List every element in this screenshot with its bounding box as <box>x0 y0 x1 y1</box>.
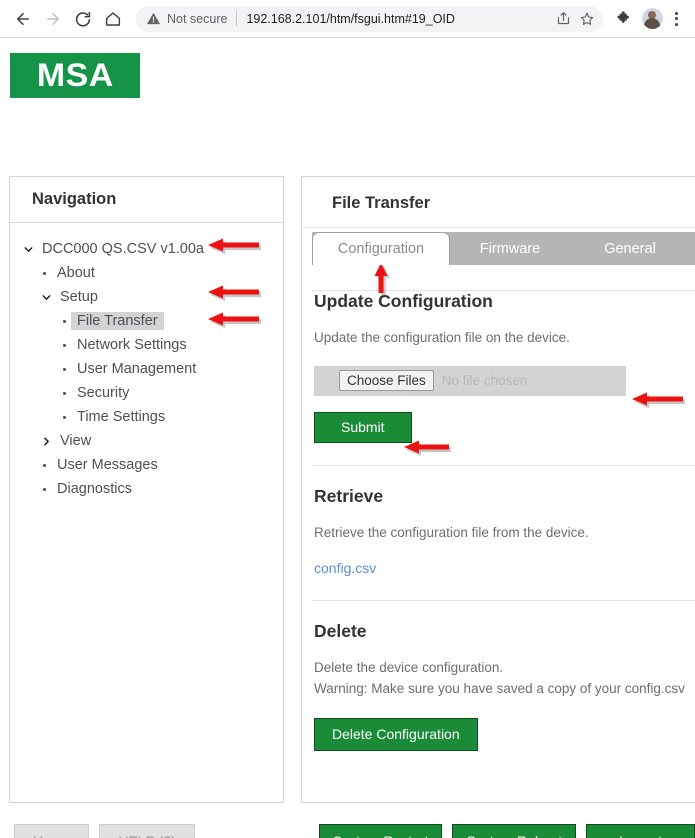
chevron-down-icon[interactable] <box>20 241 36 257</box>
delete-description-line2: Warning: Make sure you have saved a copy… <box>314 681 685 697</box>
retrieve-section: Retrieve Retrieve the configuration file… <box>302 486 695 578</box>
footer-toolbar: Home HELP (?) System Restart System Rebo… <box>0 824 695 838</box>
puzzle-piece-icon[interactable] <box>611 6 637 32</box>
nav-item-view[interactable]: View <box>10 429 283 453</box>
nav-item-diagnostics[interactable]: Diagnostics <box>10 477 283 501</box>
msa-logo-text: MSA <box>36 57 114 93</box>
tab-bar-wrapper: Configuration Firmware General <box>302 227 695 291</box>
tab-label: Firmware <box>479 240 541 257</box>
navigation-title: Navigation <box>32 190 117 208</box>
share-icon[interactable] <box>551 7 575 31</box>
avatar-icon[interactable] <box>639 6 665 32</box>
page-title: File Transfer <box>332 194 431 212</box>
nav-item-label: Security <box>77 384 130 401</box>
forward-arrow-icon[interactable] <box>38 4 68 34</box>
nav-item-setup[interactable]: Setup <box>10 285 283 309</box>
bullet-icon <box>58 319 71 323</box>
url-text: 192.168.2.101/htm/fsgui.htm#19_OID <box>246 11 455 26</box>
nav-item-label: Time Settings <box>77 408 166 425</box>
nav-item-label: View <box>60 432 92 449</box>
no-file-chosen-label: No file chosen <box>441 373 528 389</box>
nav-item-label: File Transfer <box>71 311 164 331</box>
home-icon[interactable] <box>98 4 128 34</box>
back-arrow-icon[interactable] <box>8 4 38 34</box>
bullet-icon <box>38 463 51 467</box>
bullet-icon <box>58 367 71 371</box>
navigation-panel: Navigation DCC000 QS.CSV v1.00a About Se… <box>9 176 284 803</box>
nav-item-file-transfer[interactable]: File Transfer <box>10 309 283 333</box>
tab-label: General <box>604 240 656 257</box>
tab-general[interactable]: General <box>570 232 690 265</box>
submit-button[interactable]: Submit <box>314 411 412 444</box>
section-divider <box>312 600 695 602</box>
bullet-icon <box>58 415 71 419</box>
nav-item-label: Network Settings <box>77 336 187 353</box>
reload-icon[interactable] <box>68 4 98 34</box>
nav-item-label: User Management <box>77 360 197 377</box>
tab-firmware[interactable]: Firmware <box>450 232 570 265</box>
star-icon[interactable] <box>575 7 599 31</box>
system-restart-button[interactable]: System Restart <box>318 824 443 838</box>
choose-files-button[interactable]: Choose Files <box>339 370 434 392</box>
system-reboot-button[interactable]: System Reboot <box>452 824 577 838</box>
browser-toolbar: Not secure 192.168.2.101/htm/fsgui.htm#1… <box>0 0 695 38</box>
tab-label: Configuration <box>337 241 425 257</box>
retrieve-heading: Retrieve <box>314 486 384 507</box>
nav-item-label: User Messages <box>57 456 158 473</box>
security-status-label: Not secure <box>167 11 228 26</box>
delete-configuration-button[interactable]: Delete Configuration <box>314 718 478 752</box>
nav-item-label: DCC000 QS.CSV v1.00a <box>42 240 204 257</box>
nav-item-network-settings[interactable]: Network Settings <box>10 333 283 357</box>
delete-heading: Delete <box>314 621 367 642</box>
nav-item-label: Diagnostics <box>57 480 132 497</box>
home-button[interactable]: Home <box>14 824 90 838</box>
bullet-icon <box>38 487 51 491</box>
update-configuration-section: Update Configuration Update the configur… <box>302 291 695 444</box>
nav-item-time-settings[interactable]: Time Settings <box>10 405 283 429</box>
config-csv-link[interactable]: config.csv <box>314 560 376 576</box>
tab-bar: Configuration Firmware General <box>312 232 695 265</box>
section-divider <box>312 465 695 467</box>
delete-description-line1: Delete the device configuration. <box>314 660 504 676</box>
tab-bar-underline <box>312 265 695 291</box>
update-heading: Update Configuration <box>314 291 493 311</box>
not-secure-warning-icon <box>146 12 161 25</box>
page-body: MSA Navigation DCC000 QS.CSV v1.00a Abou… <box>0 38 695 838</box>
navigation-tree: DCC000 QS.CSV v1.00a About Setup File Tr… <box>10 223 283 501</box>
nav-item-security[interactable]: Security <box>10 381 283 405</box>
nav-item-user-messages[interactable]: User Messages <box>10 453 283 477</box>
tab-configuration[interactable]: Configuration <box>312 232 450 265</box>
bullet-icon <box>58 391 71 395</box>
nav-item-about[interactable]: About <box>10 261 283 285</box>
help-button[interactable]: HELP (?) <box>99 824 195 838</box>
msa-logo: MSA <box>10 53 140 98</box>
retrieve-description: Retrieve the configuration file from the… <box>314 525 589 541</box>
chevron-down-icon[interactable] <box>38 289 54 305</box>
address-bar[interactable]: Not secure 192.168.2.101/htm/fsgui.htm#1… <box>136 5 603 32</box>
nav-item-label: Setup <box>60 288 98 305</box>
bullet-icon <box>58 343 71 347</box>
update-description: Update the configuration file on the dev… <box>314 330 570 345</box>
avatar <box>641 8 663 29</box>
bullet-icon <box>38 271 51 275</box>
nav-item-label: About <box>57 264 95 281</box>
nav-item-root[interactable]: DCC000 QS.CSV v1.00a <box>10 237 283 261</box>
chevron-right-icon[interactable] <box>38 433 54 449</box>
file-input[interactable]: Choose Files No file chosen <box>314 365 626 396</box>
delete-section: Delete Delete the device configuration. … <box>302 621 695 752</box>
nav-item-user-management[interactable]: User Management <box>10 357 283 381</box>
navigation-header: Navigation <box>10 177 283 223</box>
omnibox-divider <box>236 11 238 26</box>
kebab-menu-icon[interactable] <box>665 6 687 32</box>
content-panel: File Transfer Configuration Firmware Gen… <box>301 176 695 803</box>
logout-button[interactable]: Logout <box>586 824 695 838</box>
